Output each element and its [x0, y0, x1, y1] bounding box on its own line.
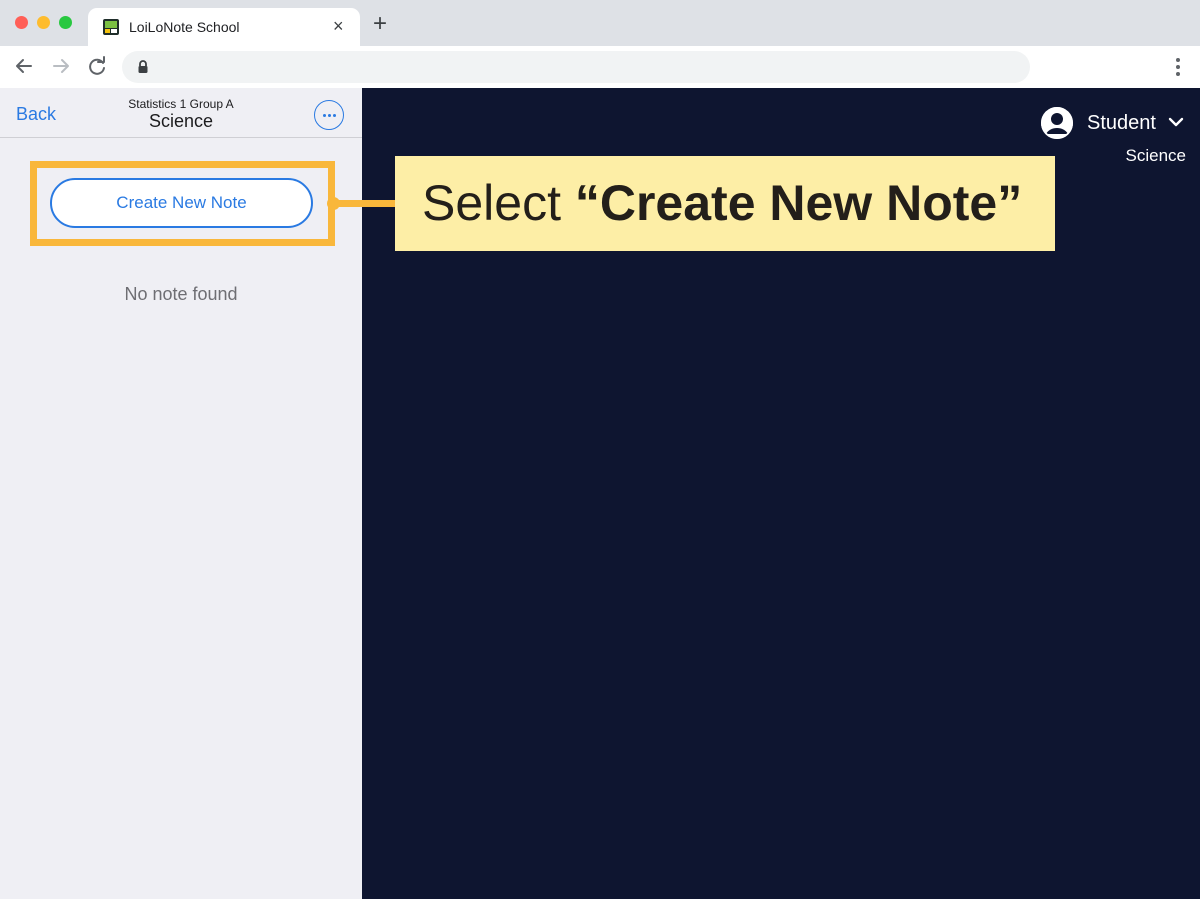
close-window-icon[interactable] [15, 16, 28, 29]
maximize-window-icon[interactable] [59, 16, 72, 29]
tab-title: LoiLoNote School [129, 19, 240, 35]
user-class-label: Science [1125, 146, 1186, 165]
address-bar[interactable] [122, 51, 1030, 83]
empty-state-message: No note found [124, 284, 238, 304]
more-dot [322, 114, 326, 117]
minimize-window-icon[interactable] [37, 16, 50, 29]
callout-connector [333, 200, 397, 207]
reload-icon[interactable] [86, 55, 108, 77]
back-arrow-icon[interactable] [13, 55, 35, 77]
loilonote-favicon-icon [103, 19, 119, 35]
chevron-down-icon[interactable] [1168, 117, 1184, 127]
callout-prefix: Select [422, 175, 575, 231]
more-dot [332, 114, 336, 117]
class-subtitle: Statistics 1 Group A [128, 97, 234, 111]
new-tab-button[interactable]: + [373, 12, 387, 36]
lock-icon [138, 60, 148, 73]
page-title: Science [148, 111, 214, 131]
create-new-note-button[interactable]: Create New Note [50, 178, 313, 228]
more-options-button[interactable] [314, 100, 344, 130]
forward-arrow-icon[interactable] [50, 55, 72, 77]
more-dot [327, 114, 331, 117]
callout-emphasis: “Create New Note” [574, 175, 1023, 231]
user-avatar-icon[interactable] [1040, 106, 1074, 140]
sidebar-header: Back Statistics 1 Group A Science [0, 88, 362, 138]
browser-toolbar [0, 46, 1200, 88]
browser-tab[interactable]: LoiLoNote School × [88, 8, 360, 46]
instruction-callout: Select “Create New Note” [395, 156, 1055, 251]
tab-close-icon[interactable]: × [333, 16, 344, 37]
menu-icon[interactable] [1168, 55, 1188, 79]
user-name[interactable]: Student [1087, 112, 1156, 135]
notes-sidebar: Back Statistics 1 Group A Science Create… [0, 88, 362, 899]
browser-tab-strip: LoiLoNote School × + [0, 0, 1200, 46]
callout-text: Select “Create New Note” [422, 174, 1022, 232]
